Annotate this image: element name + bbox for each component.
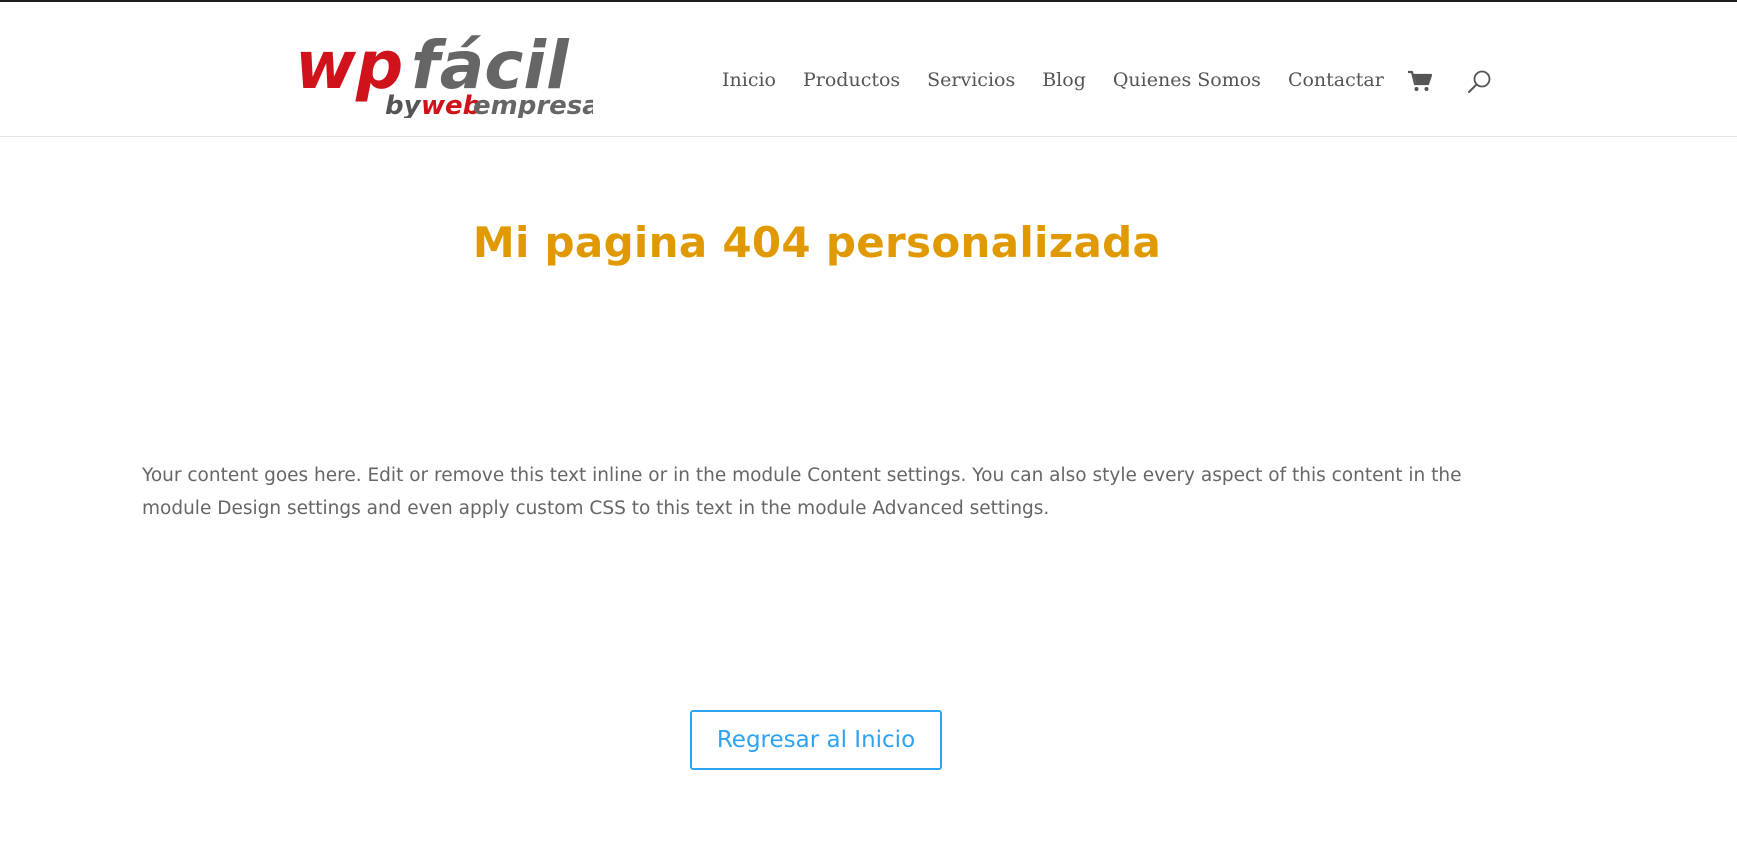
wpfacil-logo: wp fácil by web empresa	[295, 27, 593, 118]
logo-empresa-text: empresa	[473, 91, 593, 118]
nav-item-inicio[interactable]: Inicio	[722, 68, 776, 92]
nav-item-blog[interactable]: Blog	[1042, 68, 1086, 92]
site-logo[interactable]: wp fácil by web empresa	[293, 8, 593, 118]
search-icon[interactable]	[1466, 68, 1494, 96]
site-header: wp fácil by web empresa Inicio Productos…	[0, 2, 1737, 137]
page-title: Mi pagina 404 personalizada	[472, 218, 1162, 268]
logo-by-text: by	[385, 91, 422, 118]
nav-item-servicios[interactable]: Servicios	[927, 68, 1015, 92]
main-nav: Inicio Productos Servicios Blog Quienes …	[722, 68, 1411, 92]
shopping-cart-icon[interactable]	[1407, 69, 1433, 93]
back-home-button[interactable]: Regresar al Inicio	[690, 710, 942, 770]
nav-item-productos[interactable]: Productos	[803, 68, 900, 92]
nav-item-quienes-somos[interactable]: Quienes Somos	[1113, 68, 1261, 92]
content-text: Your content goes here. Edit or remove t…	[142, 464, 1462, 519]
nav-item-contactar[interactable]: Contactar	[1288, 68, 1384, 92]
